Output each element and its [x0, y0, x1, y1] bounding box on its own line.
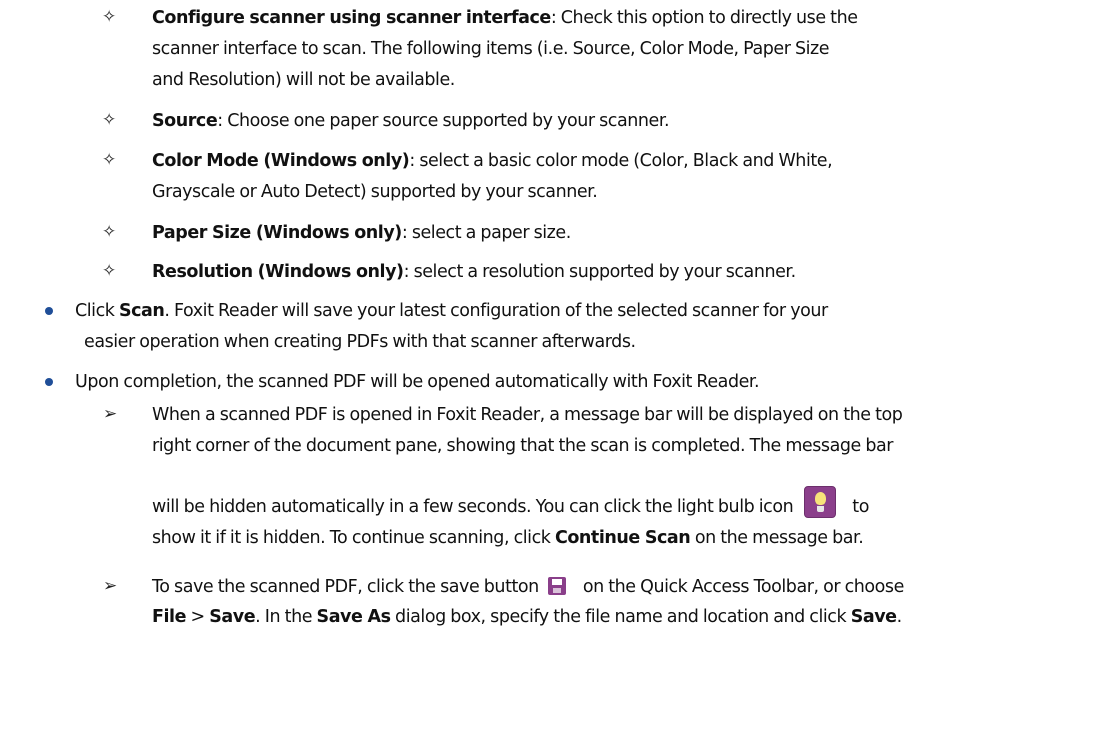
save-icon [548, 577, 567, 595]
arrowhead-bullet-icon: ➢ [103, 404, 118, 424]
sub-text-line-bulb: will be hidden automatically in a few se… [152, 486, 869, 519]
save-term: Save [850, 607, 897, 627]
diamond-bullet-icon: ✧ [102, 222, 117, 242]
sub-message-bar: When a scanned PDF is opened in Foxit Re… [152, 405, 903, 425]
file-term: File [152, 607, 187, 627]
diamond-bullet-icon: ✧ [102, 261, 117, 281]
option-term: Paper Size (Windows only) [152, 223, 402, 243]
option-term: Source [152, 111, 218, 131]
sub-text-line: right corner of the document pane, showi… [152, 436, 894, 456]
arrowhead-bullet-icon: ➢ [103, 576, 118, 596]
diamond-bullet-icon: ✧ [102, 7, 117, 27]
option-color-mode: Color Mode (Windows only): select a basi… [152, 151, 833, 171]
lightbulb-icon [803, 486, 836, 518]
option-text-line: Grayscale or Auto Detect) supported by y… [152, 182, 598, 202]
diamond-bullet-icon: ✧ [102, 110, 117, 130]
scan-term: Scan [118, 301, 165, 321]
option-configure-scanner: Configure scanner using scanner interfac… [152, 8, 858, 28]
sub-text-line: show it if it is hidden. To continue sca… [152, 528, 864, 548]
round-bullet-icon [45, 378, 53, 386]
bullet-text-line: easier operation when creating PDFs with… [84, 332, 636, 352]
option-term: Resolution (Windows only) [152, 262, 404, 282]
option-term: Configure scanner using scanner interfac… [152, 8, 551, 28]
sub-save: To save the scanned PDF, click the save … [152, 577, 904, 597]
option-resolution: Resolution (Windows only): select a reso… [152, 262, 796, 282]
save-as-term: Save As [316, 607, 391, 627]
bullet-click-scan: Click Scan. Foxit Reader will save your … [75, 301, 828, 321]
sub-text-line: File > Save. In the Save As dialog box, … [152, 607, 902, 627]
option-source: Source: Choose one paper source supporte… [152, 111, 670, 131]
option-text-line: and Resolution) will not be available. [152, 70, 455, 90]
diamond-bullet-icon: ✧ [102, 150, 117, 170]
save-term: Save [209, 607, 256, 627]
round-bullet-icon [45, 307, 53, 315]
option-paper-size: Paper Size (Windows only): select a pape… [152, 223, 571, 243]
continue-scan-term: Continue Scan [554, 528, 691, 548]
document-page: ✧ Configure scanner using scanner interf… [0, 0, 1115, 745]
option-term: Color Mode (Windows only) [152, 151, 410, 171]
option-text-line: scanner interface to scan. The following… [152, 39, 830, 59]
bullet-upon-completion: Upon completion, the scanned PDF will be… [75, 372, 760, 392]
